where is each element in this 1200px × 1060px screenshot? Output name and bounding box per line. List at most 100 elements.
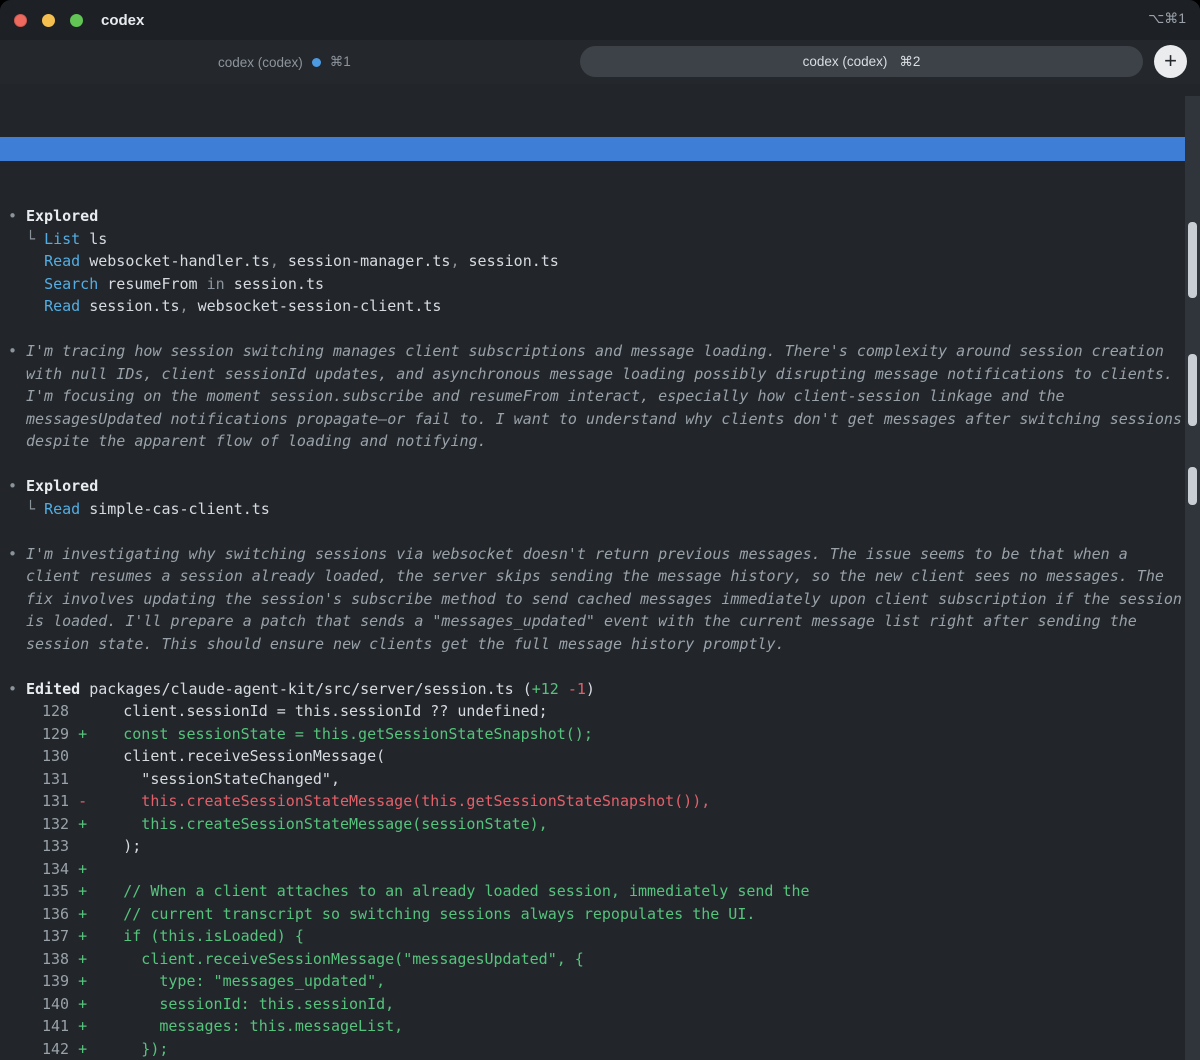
- text-segment: ls: [80, 229, 108, 248]
- scrollbar-mark[interactable]: [1188, 354, 1197, 426]
- diff-code: // When a client attaches to an already …: [123, 882, 810, 900]
- bullet-icon: •: [8, 477, 18, 495]
- bullet-icon: •: [8, 679, 18, 698]
- output-block-explored: • Explored └ List ls Read websocket-handle…: [8, 205, 1200, 318]
- output-block-reasoning: • I'm investigating why switching session…: [8, 543, 1200, 656]
- diff-code: messages: this.messageList,: [123, 1017, 404, 1035]
- text-segment: +12: [531, 679, 559, 698]
- diff-line-add: 140 + sessionId: this.sessionId,: [26, 993, 1182, 1016]
- close-button[interactable]: [14, 13, 27, 27]
- diff-line-add: 137 + if (this.isLoaded) {: [26, 925, 1182, 948]
- text-segment: (: [522, 679, 532, 698]
- diff-line-add: 138 + client.receiveSessionMessage("mess…: [26, 948, 1182, 971]
- text-segment: [559, 680, 568, 698]
- text-segment: Edited: [26, 679, 81, 698]
- tab-1-label: codex (codex): [218, 54, 303, 70]
- diff-code: if (this.isLoaded) {: [123, 927, 304, 945]
- tab-2-label: codex (codex): [802, 54, 888, 69]
- tab-1-shortcut: ⌘1: [329, 54, 351, 69]
- new-tab-button[interactable]: +: [1154, 45, 1187, 78]
- terminal-content[interactable]: ›packages/claude-agent-kit/src/server/we…: [0, 84, 1200, 1060]
- diff-line-ctx: 128 client.sessionId = this.sessionId ??…: [26, 700, 1182, 723]
- window-shortcut-hint: ⌥⌘1: [1148, 10, 1186, 26]
- line-number: 135: [42, 882, 70, 900]
- diff-sign: +: [78, 972, 88, 990]
- diff-line-add: 134 +: [26, 858, 1182, 881]
- block-body: I'm tracing how session switching manage…: [26, 340, 1200, 453]
- tool-call-line: └ List ls: [26, 228, 1182, 251]
- line-number: 136: [42, 904, 70, 923]
- tree-connector-icon: └: [26, 229, 45, 248]
- text-segment: Search: [44, 274, 99, 293]
- fullscreen-button[interactable]: [70, 13, 83, 27]
- diff-line-add: 129 + const sessionState = this.getSessi…: [26, 723, 1182, 746]
- text-segment: session.ts: [80, 297, 180, 315]
- line-number: 134: [42, 859, 70, 878]
- diff-line-del: 131 - this.createSessionStateMessage(thi…: [26, 790, 1182, 813]
- text-segment: ,: [450, 252, 469, 270]
- tab-2-shortcut: ⌘2: [899, 53, 921, 69]
- tab-activity-dot-icon: [311, 57, 321, 67]
- text-segment: session.ts: [468, 252, 559, 270]
- output-block-explored: • Explored └ Read simple-cas-client.ts: [8, 475, 1200, 520]
- diff-line-add: 136 + // current transcript so switching…: [26, 903, 1182, 926]
- diff-sign: +: [78, 1039, 88, 1058]
- text-segment: List: [44, 229, 81, 248]
- diff-line-add: 135 + // When a client attaches to an al…: [26, 880, 1182, 903]
- diff-code: type: "messages_updated",: [123, 972, 386, 990]
- text-segment: ): [585, 679, 595, 698]
- terminal-window: codex ⌥⌘1 codex (codex) ⌘1 codex (codex)…: [0, 0, 1200, 1060]
- tool-call-line: └ Read simple-cas-client.ts: [26, 498, 1182, 521]
- window-titlebar[interactable]: codex ⌥⌘1: [0, 0, 1200, 40]
- tool-call-line: Search resumeFrom in session.ts: [26, 273, 1182, 296]
- selected-command-line[interactable]: ›packages/claude-agent-kit/src/server/we…: [0, 137, 1185, 161]
- bullet-icon: •: [8, 544, 18, 563]
- text-segment: websocket-handler.ts: [80, 252, 270, 270]
- scrollbar-mark[interactable]: [1188, 467, 1197, 505]
- line-number: 140: [42, 994, 70, 1013]
- diff-line-ctx: 130 client.receiveSessionMessage(: [26, 745, 1182, 768]
- text-segment: simple-cas-client.ts: [80, 499, 270, 518]
- line-number: 139: [42, 972, 70, 990]
- diff-sign: [78, 700, 87, 723]
- diff-sign: +: [78, 724, 88, 743]
- line-number: 137: [42, 927, 70, 945]
- diff-code: "sessionStateChanged",: [123, 769, 340, 788]
- diff-line-add: 139 + type: "messages_updated",: [26, 970, 1182, 993]
- block-body: Edited packages/claude-agent-kit/src/ser…: [26, 678, 1200, 1060]
- text-segment: resumeFrom: [98, 274, 198, 293]
- tree-connector-icon: [26, 252, 44, 270]
- diff-sign: +: [78, 994, 88, 1013]
- text-segment: session-manager.ts: [287, 252, 451, 270]
- text-segment: in: [197, 274, 234, 293]
- diff-code: sessionId: this.sessionId,: [123, 994, 395, 1013]
- diff-code: client.receiveSessionMessage(: [123, 747, 386, 765]
- text-segment: Read: [44, 297, 81, 315]
- window-title: codex: [101, 11, 145, 29]
- minimize-button[interactable]: [42, 13, 55, 27]
- diff-line-ctx: 133 );: [26, 835, 1182, 858]
- diff-sign: +: [78, 949, 88, 968]
- diff-code: client.sessionId = this.sessionId ?? und…: [123, 702, 548, 720]
- scrollbar-mark[interactable]: [1188, 222, 1197, 298]
- diff-sign: [78, 768, 87, 791]
- diff-code: });: [123, 1039, 169, 1058]
- reasoning-text: I'm tracing how session switching manage…: [26, 342, 1182, 450]
- scrollbar[interactable]: [1185, 96, 1200, 1060]
- tab-1[interactable]: codex (codex) ⌘1: [218, 54, 351, 70]
- diff-line-ctx: 131 "sessionStateChanged",: [26, 768, 1182, 791]
- bullet-icon: •: [8, 207, 18, 225]
- tab-2[interactable]: codex (codex) ⌘2: [580, 46, 1143, 77]
- text-segment: ,: [269, 252, 288, 270]
- line-number: 141: [42, 1017, 70, 1035]
- line-number: 142: [42, 1039, 70, 1058]
- block-header: Explored: [26, 475, 1182, 498]
- tree-connector-icon: [26, 275, 44, 293]
- line-number: 128: [42, 702, 70, 720]
- block-body: Explored └ List ls Read websocket-handler…: [26, 205, 1200, 318]
- line-number: 131: [42, 769, 70, 788]
- text-segment: Explored: [26, 207, 99, 225]
- diff-sign: +: [78, 1017, 88, 1035]
- tab-bar: codex (codex) ⌘1 codex (codex) ⌘2 +: [0, 40, 1200, 85]
- block-header: Explored: [26, 205, 1182, 228]
